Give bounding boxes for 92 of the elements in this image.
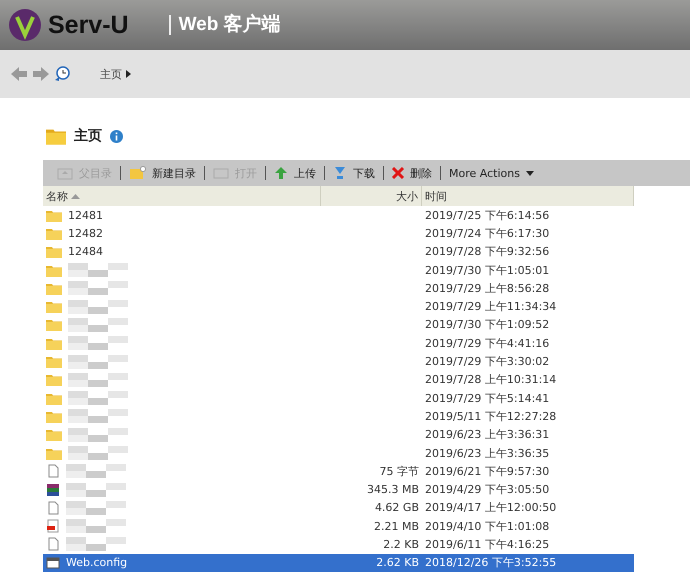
folder-icon [46, 208, 62, 222]
time-cell-text: 2019/7/25 下午6:14:56 [424, 208, 550, 224]
new-folder-icon [129, 166, 146, 180]
breadcrumb-link[interactable]: 主页 [100, 66, 122, 82]
blurred-name-icon [66, 537, 126, 552]
sort-icon [71, 194, 80, 198]
folder-up-icon [57, 166, 73, 180]
history-icon[interactable] [54, 66, 70, 82]
folder-icon [46, 355, 62, 368]
size-cell-text: 4.62 GB [374, 500, 420, 516]
time-cell-text: 2019/4/17 上午12:00:50 [424, 500, 558, 516]
toolbar-button[interactable]: More Actions [447, 166, 536, 180]
brand-name: Serv-U [48, 10, 129, 40]
time-cell-text: 2019/7/29 下午3:30:02 [424, 354, 550, 370]
name-cell[interactable]: 12482 [43, 224, 321, 243]
time-cell-text: 2019/7/29 上午8:56:28 [424, 280, 550, 297]
folder-icon [213, 167, 229, 179]
folder-icon [46, 410, 62, 423]
folder-icon [46, 282, 62, 295]
time-cell-text: 2019/7/28 下午9:32:56 [424, 244, 550, 260]
folder-icon [46, 245, 62, 258]
blurred-name-icon [68, 409, 128, 424]
time-cell-text: 2019/4/10 下午1:01:08 [424, 518, 550, 535]
info-icon[interactable] [110, 130, 123, 142]
size-cell-text: 75 字节 [378, 464, 420, 480]
column-header[interactable]: 大小 [321, 186, 422, 206]
time-cell-text: 2019/4/29 下午3:05:50 [424, 482, 550, 498]
up-arrow-icon [274, 166, 288, 180]
size-cell: 2.62 KB [321, 554, 422, 572]
blurred-name-icon [68, 263, 128, 278]
folder-icon [46, 446, 62, 460]
name-cell[interactable]: 12481 [43, 206, 321, 224]
blurred-name-icon [68, 300, 128, 314]
folder-icon [46, 373, 62, 386]
size-cell-text: 2.2 KB [382, 536, 420, 553]
time-cell-text: 2019/6/23 上午3:36:35 [424, 446, 550, 462]
folder-icon [46, 336, 62, 350]
time-cell-text: 2019/6/21 下午9:57:30 [424, 464, 550, 480]
blurred-name-icon [66, 519, 126, 534]
folder-icon [46, 264, 62, 277]
caret-icon [526, 170, 534, 176]
caret-icon [126, 70, 131, 78]
time-cell-text: 2019/7/30 下午1:09:52 [424, 317, 550, 334]
column-header[interactable]: 时间 [422, 186, 634, 206]
blurred-name-icon [68, 428, 128, 442]
time-cell-text: 2019/7/29 下午5:14:41 [424, 390, 550, 407]
blurred-name-icon [66, 500, 126, 515]
toolbar-button[interactable]: 删除 [390, 166, 434, 180]
file-icon [46, 537, 60, 552]
delete-icon [392, 167, 404, 179]
document-icon [46, 519, 60, 534]
blurred-name-icon [68, 446, 128, 460]
folder-icon [46, 226, 62, 240]
blurred-name-icon [66, 464, 126, 478]
download-icon [333, 166, 347, 180]
app-subtitle: Web 客户端 [168, 15, 281, 35]
name-cell[interactable]: 12484 [43, 242, 321, 261]
toolbar-button[interactable]: 上传 [272, 166, 318, 180]
time-cell-text: 2019/7/28 上午10:31:14 [424, 372, 558, 388]
size-cell-text: 345.3 MB [366, 482, 420, 498]
column-header[interactable]: 名称 [43, 186, 321, 206]
blurred-name-icon [68, 354, 128, 369]
folder-icon [46, 318, 62, 332]
blurred-name-icon [66, 482, 126, 497]
time-cell: 2018/12/26 下午3:52:55 [422, 554, 634, 572]
folder-icon [46, 128, 66, 144]
blurred-name-icon [68, 281, 128, 296]
folder-icon [46, 300, 62, 314]
time-cell-text: 2019/7/29 下午4:41:16 [424, 336, 550, 352]
folder-icon [46, 428, 62, 442]
file-icon [46, 464, 60, 478]
folder-icon [46, 392, 62, 405]
time-cell-text: 2019/5/11 下午12:27:28 [424, 408, 558, 425]
back-icon[interactable] [10, 66, 28, 82]
time-cell-text: 2019/7/24 下午6:17:30 [424, 226, 550, 242]
blurred-name-icon [68, 391, 128, 406]
toolbar-button[interactable]: 新建目录 [127, 166, 198, 180]
archive-icon [46, 482, 60, 497]
time-cell-text: 2019/7/30 下午1:05:01 [424, 262, 550, 279]
folder-title: 主页 [74, 127, 102, 145]
time-cell-text: 2019/6/23 上午3:36:31 [424, 427, 550, 444]
blurred-name-icon [68, 336, 128, 350]
toolbar-button[interactable]: 下载 [331, 166, 377, 180]
time-cell-text: 2019/7/29 上午11:34:34 [424, 299, 558, 316]
logo-icon [8, 8, 42, 42]
time-cell-text: 2019/6/11 下午4:16:25 [424, 536, 550, 553]
blurred-name-icon [68, 372, 128, 387]
file-icon [46, 500, 60, 515]
blurred-name-icon [68, 318, 128, 332]
size-cell-text: 2.21 MB [372, 518, 420, 535]
name-cell[interactable]: Web.config [43, 554, 321, 572]
window-file-icon [46, 556, 60, 570]
